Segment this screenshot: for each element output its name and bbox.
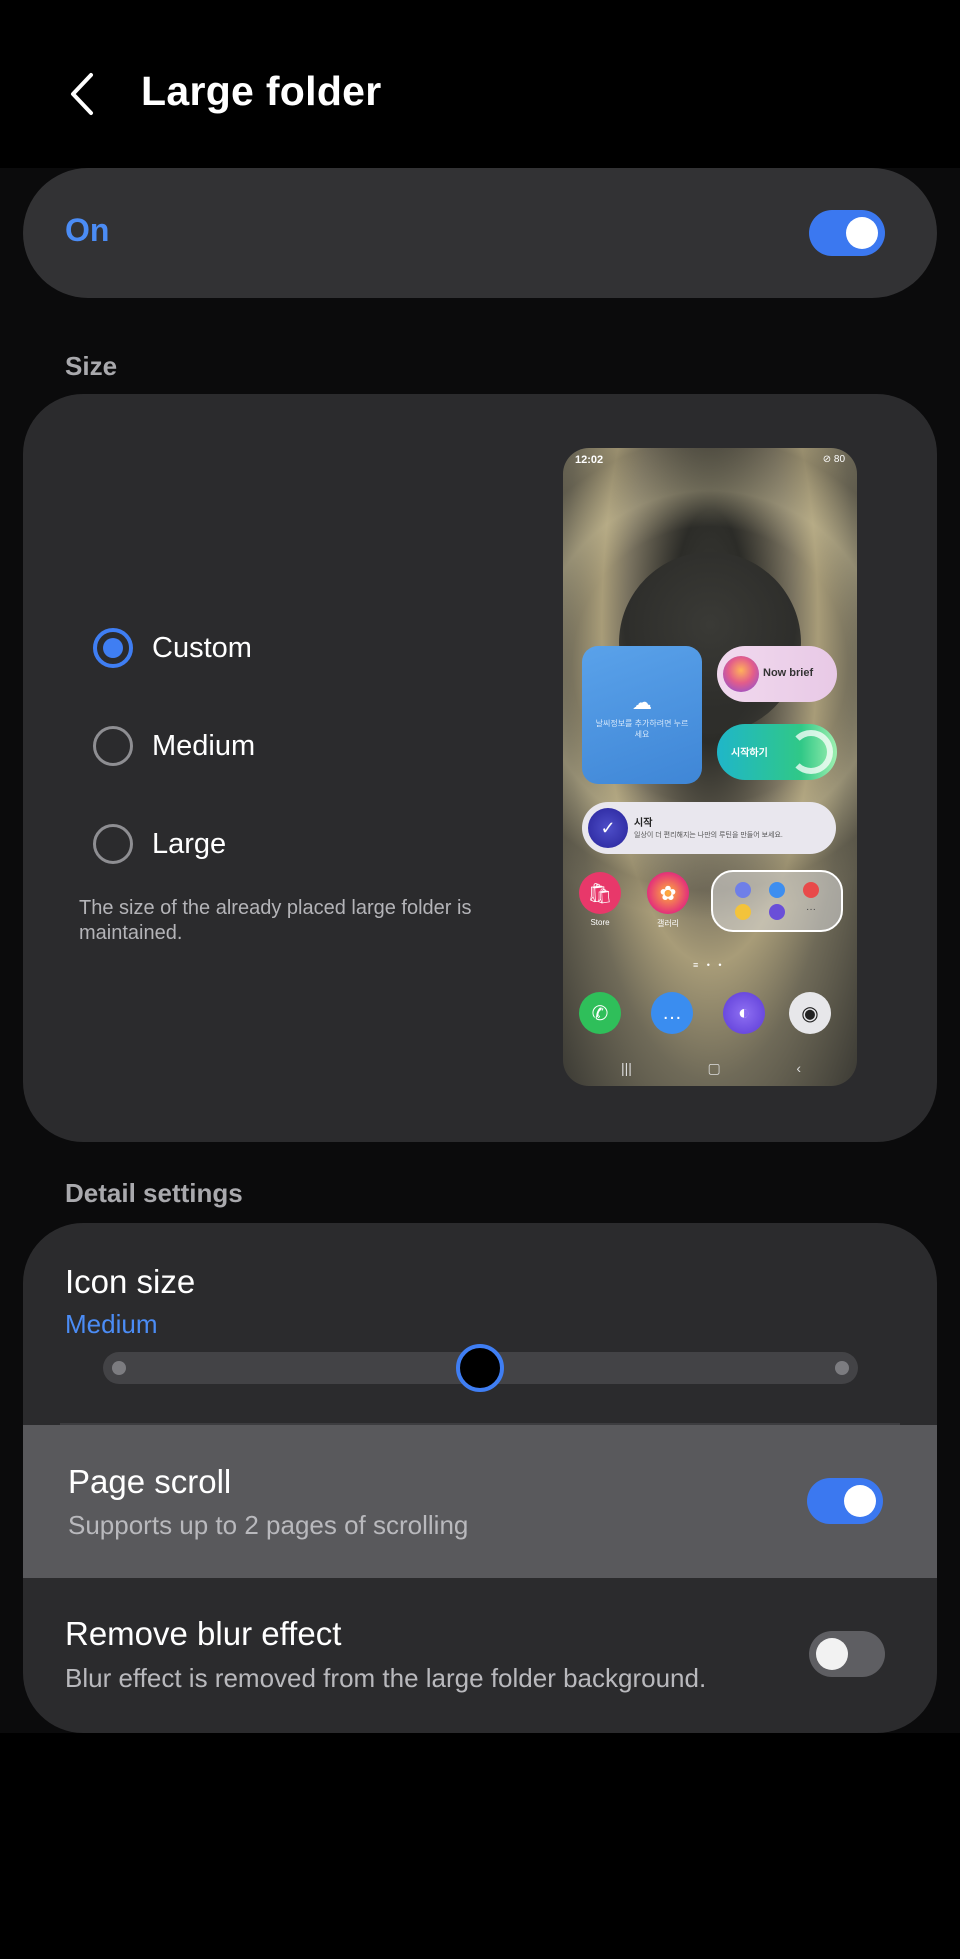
radio-label-medium: Medium xyxy=(152,729,256,762)
radio-button-checked[interactable] xyxy=(93,628,133,668)
now-brief-widget: Now brief xyxy=(717,646,837,702)
chevron-left-icon xyxy=(71,73,93,115)
cloud-icon: ☁ xyxy=(632,692,652,714)
preview-nav-bar: ||| ▢ ‹ xyxy=(621,1060,801,1077)
radio-option-medium[interactable]: Medium xyxy=(93,721,255,771)
page-title: Large folder xyxy=(141,68,382,114)
icon-size-title: Icon size xyxy=(65,1263,196,1300)
size-note: The size of the already placed large fol… xyxy=(79,897,472,944)
detail-section-label: Detail settings xyxy=(65,1178,243,1208)
remove-blur-subtitle: Blur effect is removed from the large fo… xyxy=(65,1663,707,1693)
master-switch-label: On xyxy=(65,212,110,248)
page-indicator: ≡ • • xyxy=(693,960,725,970)
weather-widget-text: 날씨정보를 추가하려면 누르세요 xyxy=(595,719,689,739)
store-app-label: Store xyxy=(590,918,610,927)
remove-blur-toggle[interactable] xyxy=(809,1631,885,1677)
gallery-app-icon: ✿ xyxy=(647,872,689,914)
large-folder-preview: ··· xyxy=(711,870,843,932)
slider-stop-min xyxy=(112,1361,126,1375)
check-circle-icon: ✓ xyxy=(588,808,628,848)
preview-clock: 12:02 xyxy=(575,454,604,466)
recents-icon: ||| xyxy=(621,1060,632,1076)
camera-app-icon: ◉ xyxy=(789,992,831,1034)
now-brief-label: Now brief xyxy=(763,667,814,679)
start-widget-label: 시작하기 xyxy=(731,748,768,759)
page-scroll-toggle[interactable] xyxy=(807,1478,883,1524)
routine-subtitle: 일상이 더 편리해지는 나만의 루틴을 만들어 보세요. xyxy=(634,832,783,839)
folder-app-icon xyxy=(769,904,785,920)
icon-size-slider[interactable] xyxy=(103,1344,858,1392)
page-scroll-row[interactable]: Page scroll Supports up to 2 pages of sc… xyxy=(23,1425,937,1578)
page-scroll-subtitle: Supports up to 2 pages of scrolling xyxy=(68,1510,469,1540)
radio-button[interactable] xyxy=(93,726,133,766)
more-apps-icon: ··· xyxy=(806,904,816,915)
master-switch-row[interactable]: On xyxy=(23,168,937,298)
home-icon: ▢ xyxy=(707,1060,721,1076)
master-toggle[interactable] xyxy=(809,210,885,256)
back-icon: ‹ xyxy=(796,1060,801,1076)
internet-app-icon: ◐ xyxy=(723,992,765,1034)
page-scroll-title: Page scroll xyxy=(68,1463,232,1500)
folder-app-icon xyxy=(769,882,785,898)
app-header: Large folder xyxy=(0,0,960,168)
radio-button[interactable] xyxy=(93,824,133,864)
folder-app-icon xyxy=(735,882,751,898)
icon-size-value: Medium xyxy=(65,1309,158,1339)
back-button[interactable] xyxy=(58,66,106,122)
radio-option-large[interactable]: Large xyxy=(93,819,226,869)
phone-app-icon: ✆ xyxy=(579,992,621,1034)
folder-app-icon xyxy=(803,882,819,898)
toggle-knob xyxy=(816,1638,848,1670)
size-card: Custom Medium Large The size of the alre… xyxy=(23,394,937,1142)
slider-stop-max xyxy=(835,1361,849,1375)
toggle-knob xyxy=(846,217,878,249)
gallery-app-label: 갤러리 xyxy=(656,919,680,928)
remove-blur-title: Remove blur effect xyxy=(65,1615,342,1652)
radio-option-custom[interactable]: Custom xyxy=(93,623,252,673)
home-screen-preview: 12:02 ⊘ 80 ☁ 날씨정보를 추가하려면 누르세요 Now brief … xyxy=(563,448,857,1086)
folder-app-icon xyxy=(735,904,751,920)
bottom-empty-area xyxy=(0,1733,960,1959)
size-section-label: Size xyxy=(65,351,118,381)
messages-app-icon: … xyxy=(651,992,693,1034)
routine-title: 시작 xyxy=(634,818,653,829)
swirl-icon xyxy=(789,730,833,774)
slider-thumb[interactable] xyxy=(456,1344,504,1392)
radio-label-custom: Custom xyxy=(152,631,252,664)
start-widget: 시작하기 xyxy=(717,724,837,780)
store-app-icon: 🛍 xyxy=(579,872,621,914)
sunrise-icon xyxy=(723,656,759,692)
weather-widget: ☁ 날씨정보를 추가하려면 누르세요 xyxy=(582,646,702,784)
detail-settings-card: Icon size Medium Page scroll Supports up… xyxy=(23,1223,937,1733)
preview-status-icons: ⊘ 80 xyxy=(822,454,845,465)
radio-label-large: Large xyxy=(152,827,227,860)
routine-widget: ✓ 시작 일상이 더 편리해지는 나만의 루틴을 만들어 보세요. xyxy=(582,802,836,854)
toggle-knob xyxy=(844,1485,876,1517)
